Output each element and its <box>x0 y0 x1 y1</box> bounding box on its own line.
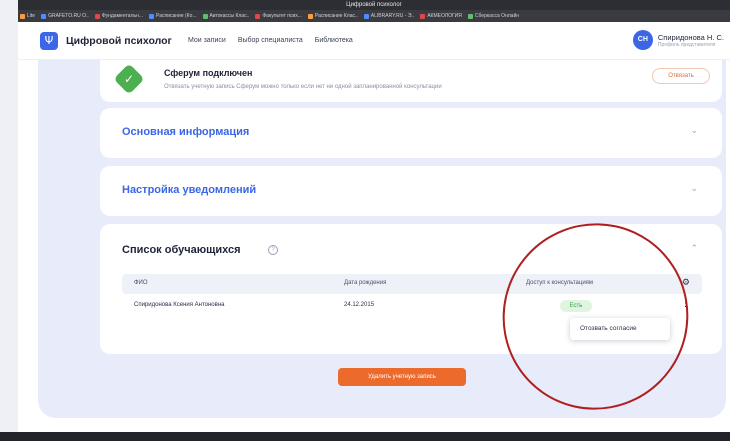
bookmark[interactable]: Факультет псих... <box>255 13 302 19</box>
favicon-icon <box>467 13 473 19</box>
section-title: Основная информация <box>122 126 250 138</box>
student-birthdate: 24.12.2015 <box>344 302 375 308</box>
favicon-icon <box>420 13 426 19</box>
chevron-down-icon[interactable]: ⌄ <box>690 184 698 194</box>
students-title: Список обучающихся <box>122 244 241 256</box>
favicon-icon <box>149 13 155 19</box>
taskbar <box>0 432 730 441</box>
favicon-icon <box>363 13 369 19</box>
checkmark-icon: ✓ <box>123 72 135 86</box>
nav-choose-specialist[interactable]: Выбор специалиста <box>238 37 303 44</box>
bookmark[interactable]: Расписание (Ко... <box>149 13 197 19</box>
favicon-icon <box>20 13 25 19</box>
column-header: Дата рождения <box>344 280 387 286</box>
user-menu[interactable]: СН Спиридонова Н. С. Профиль представите… <box>632 30 724 50</box>
unlink-button[interactable]: Отвязать <box>652 68 710 84</box>
bookmark[interactable]: GRAFETO.RU O.. <box>41 13 89 19</box>
student-name: Спиридонова Ксения Антоновна <box>134 302 225 308</box>
section-title: Настройка уведомлений <box>122 184 257 196</box>
bookmarks-bar: Lite GRAFETO.RU O.. Фундаментальн... Рас… <box>18 10 730 22</box>
bookmark[interactable]: ALIBRARY.RU - Э.. <box>363 13 414 19</box>
brand-name[interactable]: Цифровой психолог <box>66 35 172 47</box>
user-role: Профиль представителя <box>657 41 716 48</box>
favicon-icon <box>94 13 100 19</box>
bookmark[interactable]: АКМЕОЛОГИЯ <box>420 13 462 19</box>
sferum-description: Отвязать учетную запись Сферум можно тол… <box>164 84 442 90</box>
favicon-icon <box>307 13 313 19</box>
bookmark[interactable]: Фундаментальн... <box>94 13 143 19</box>
favicon-icon <box>41 13 47 19</box>
bookmark[interactable]: Lite <box>20 13 35 19</box>
chevron-down-icon[interactable]: ⌄ <box>690 126 698 136</box>
psi-logo-icon[interactable]: Ψ <box>40 31 58 50</box>
favicon-icon <box>255 13 261 19</box>
app-header: Ψ Цифровой психолог Мои записи Выбор спе… <box>18 22 730 60</box>
favicon-icon <box>202 13 208 19</box>
section-notifications[interactable]: Настройка уведомлений ⌄ <box>100 166 722 216</box>
bookmark[interactable]: Автокассы Клас.. <box>202 13 249 19</box>
user-info: Спиридонова Н. С. Профиль представителя <box>658 33 724 48</box>
sferum-card: ✓ Сферум подключен Отвязать учетную запи… <box>100 60 722 102</box>
delete-account-button[interactable]: Удалить учетную запись <box>338 368 466 386</box>
main-nav: Мои записи Выбор специалиста Библиотека <box>188 37 353 44</box>
column-header: ФИО <box>134 280 148 286</box>
help-icon[interactable]: ? <box>268 245 278 255</box>
bookmark[interactable]: Сберкасса Онлайн <box>467 13 519 19</box>
window-title: Цифровой психолог <box>18 0 730 10</box>
bookmark[interactable]: Расписание Клас.. <box>307 13 358 19</box>
chevron-up-icon[interactable]: ⌃ <box>690 244 698 254</box>
avatar[interactable]: СН <box>632 30 653 50</box>
nav-my-appointments[interactable]: Мои записи <box>188 37 226 44</box>
section-main-info[interactable]: Основная информация ⌄ <box>100 108 722 158</box>
sferum-title: Сферум подключен <box>164 68 253 78</box>
nav-library[interactable]: Библиотека <box>315 37 353 44</box>
user-name: Спиридонова Н. С. <box>657 32 724 42</box>
